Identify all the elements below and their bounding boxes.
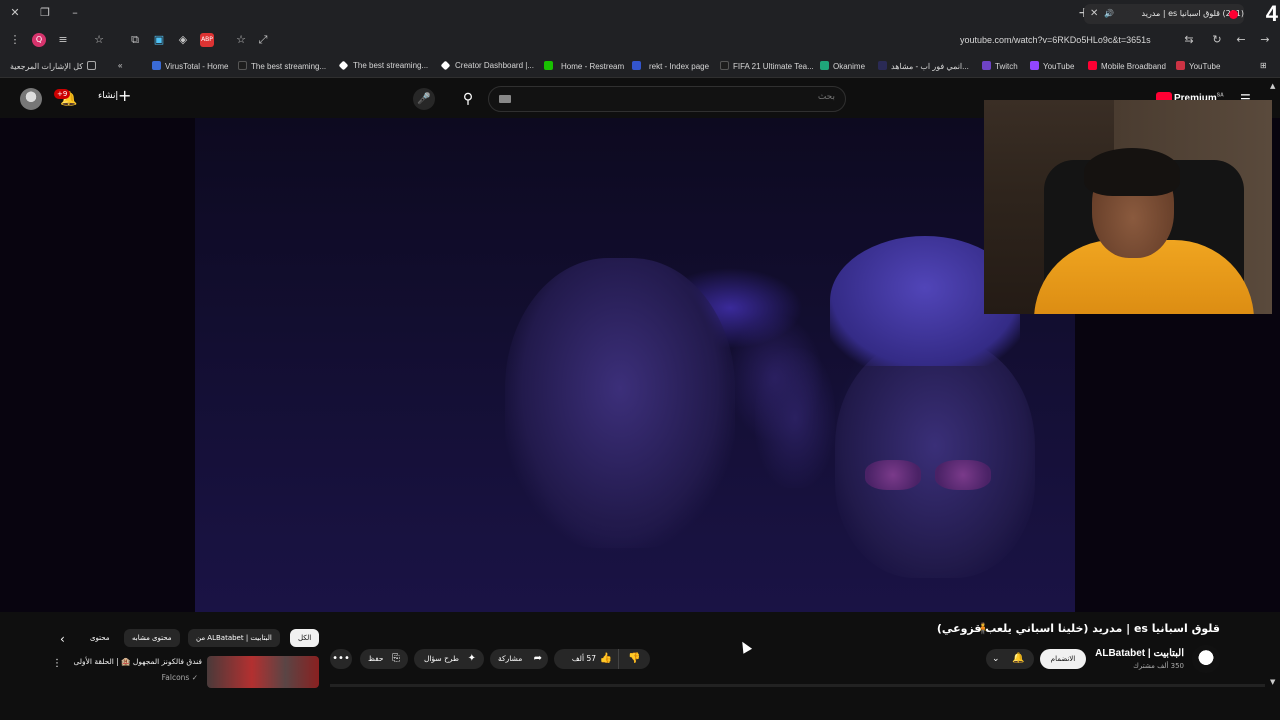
webcam-overlay [984,100,1272,314]
back-icon[interactable]: ← [1234,33,1248,47]
channel-avatar[interactable] [1192,645,1220,673]
chip-content[interactable]: محتوى [82,629,117,647]
favorites-icon[interactable]: ☆ [92,33,106,47]
youtube-favicon-icon [1229,10,1238,19]
scroll-down-icon[interactable]: ▼ [1270,678,1275,686]
window-minimize-icon[interactable]: – [68,6,82,20]
browser-tab-bar: ✕ ❐ – + (291) قلوق اسبانيا es | مدريد ✕ … [0,0,1280,28]
recommendation-menu-icon[interactable]: ⋮ [52,658,62,669]
person-left [505,258,735,548]
glasses [865,460,995,492]
bookmark-all[interactable]: كل الإشارات المرجعية [10,61,97,71]
bookmark-star-icon[interactable]: ☆ [234,33,248,47]
menu-kebab-icon[interactable]: ⋮ [8,33,22,47]
recommendation-thumbnail[interactable] [207,656,319,688]
dislike-button[interactable]: 👎 [618,649,650,669]
bookmark-item[interactable]: rekt - Index page [632,61,709,71]
forward-icon[interactable]: → [1258,33,1272,47]
bookmark-item[interactable]: Okanime [820,61,865,71]
window-restore-icon[interactable]: ❐ [38,6,52,20]
bookmark-item[interactable]: YouTube [1030,61,1074,71]
channel-subscribers: 350 ألف مشترك [1133,662,1184,670]
apps-grid-icon[interactable]: ⊞ [1260,61,1267,70]
save-button[interactable]: حفظ ⎘ [360,649,408,669]
bookmark-item[interactable]: Home - Restream [544,61,624,71]
extensions-icon[interactable]: ⧉ [128,33,142,47]
recommendation-title[interactable]: فندق فالكونز المجهول 🏨 | الحلقة الأولى [73,657,202,666]
search-icon[interactable]: ⚲ [452,86,484,112]
scroll-up-icon[interactable]: ▲ [1270,82,1275,90]
like-button[interactable]: 👍 57 ألف [554,649,618,669]
video-frame [195,118,1075,612]
channel-name[interactable]: ALBatabet | البتابيت [1095,648,1184,659]
profile-icon[interactable]: Q [32,33,46,47]
notification-count: +9 [54,89,71,99]
share-icon: ➦ [533,653,542,664]
chevron-left-icon[interactable]: ‹ [60,632,65,646]
background-person [755,348,835,488]
more-actions-button[interactable]: ••• [330,649,352,669]
corner-badge: 4 [1265,1,1278,26]
bookmark-item[interactable]: The best streaming... [238,61,326,71]
like-dislike-group: 👍 57 ألف 👎 [554,649,650,669]
create-button[interactable]: إنشاء + [98,86,131,105]
subscription-bell-button[interactable]: 🔔 ⌄ [986,649,1034,669]
join-button[interactable]: الانضمام [1040,649,1086,669]
search-input[interactable] [535,92,835,102]
bookmark-item[interactable]: The best streaming... [338,60,428,71]
window-close-icon[interactable]: ✕ [8,6,22,20]
bookmark-item[interactable]: Creator Dashboard |... [440,60,534,71]
adblock-icon[interactable]: ABP [200,33,214,47]
tab-audio-icon[interactable]: 🔊 [1104,4,1114,24]
chip-related[interactable]: محتوى مشابه [124,629,180,647]
video-title: قلوق اسبانيا es | مدريد (خلينا اسباني يل… [936,622,1220,635]
share-button[interactable]: مشاركة ➦ [490,649,548,669]
extension-a-icon[interactable]: ▣ [152,33,166,47]
mouse-cursor [737,639,753,654]
bookmark-item[interactable]: FIFA 21 Ultimate Tea... [720,61,814,71]
keyboard-icon[interactable] [499,95,511,103]
tab-youtube[interactable]: (291) قلوق اسبانيا es | مدريد ✕ 🔊 [1084,4,1244,24]
address-bar[interactable]: youtube.com/watch?v=6RKDo5HLo9c&t=3651s [960,35,1180,45]
chip-all[interactable]: الكل [290,629,320,647]
search-bar[interactable] [488,86,846,112]
bell-icon: 🔔 [1012,653,1025,664]
plus-icon: + [118,86,132,105]
extension-b-icon[interactable]: ◈ [176,33,190,47]
account-avatar[interactable] [20,88,42,110]
bookmark-item[interactable]: انمي فور اب - مشاهد... [878,61,969,71]
voice-search-icon[interactable]: 🎤 [413,88,435,110]
bookmark-item[interactable]: Mobile Broadband [1088,61,1166,71]
sparkle-icon: ✦ [467,653,476,664]
bookmark-item[interactable]: Twitch [982,61,1018,71]
recommendation-channel[interactable]: Falcons ✓ [162,673,198,682]
bookmark-item[interactable]: VirusTotal - Home [152,61,228,71]
person-right [835,338,1035,578]
thumbs-up-icon: 👍 [599,653,612,664]
tab-close-icon[interactable]: ✕ [1090,4,1098,24]
screenshot-icon[interactable]: ⤢ [256,33,270,47]
site-settings-icon[interactable]: ⇆ [1182,33,1196,47]
divider [330,684,1265,687]
chip-from-channel[interactable]: من ALBatabet | البتابيت [188,629,280,647]
reading-list-icon[interactable]: ≡ [56,33,70,47]
chevron-down-icon: ⌄ [992,654,1000,664]
reload-icon[interactable]: ↻ [1210,33,1224,47]
bookmark-item[interactable]: YouTube [1176,61,1220,71]
bookmark-icon: ⎘ [392,653,400,664]
bookmarks-overflow-icon[interactable]: « [118,61,122,70]
ask-button[interactable]: طرح سؤال ✦ [414,649,484,669]
